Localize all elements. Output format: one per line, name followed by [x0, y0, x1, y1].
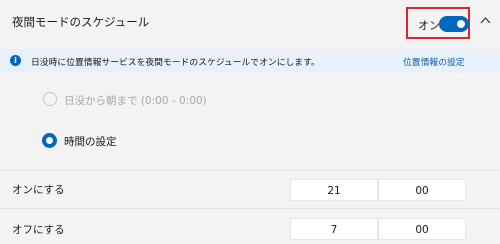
set-hours-label: 時間の設定 — [64, 136, 117, 148]
divider — [0, 208, 500, 209]
location-settings-link[interactable]: 位置情報の設定 — [403, 55, 465, 68]
set-hours-radio[interactable] — [42, 133, 57, 148]
turn-off-minute-field[interactable]: 00 — [378, 218, 466, 240]
night-mode-schedule-toggle[interactable] — [439, 16, 469, 32]
turn-off-hour-field[interactable]: 7 — [290, 218, 378, 240]
info-icon: i — [10, 55, 21, 66]
turn-off-label: オフにする — [12, 224, 65, 236]
turn-on-label: オンにする — [12, 184, 65, 196]
toggle-state-label: オン — [418, 19, 440, 32]
info-text: 日没時に位置情報サービスを夜間モードのスケジュールでオンにします。 — [31, 58, 320, 68]
sunset-to-sunrise-label: 日没から朝まで (0:00 - 0:00) — [64, 95, 207, 107]
page-title: 夜間モードのスケジュール — [12, 15, 150, 29]
night-mode-schedule-toggle-area[interactable]: オン — [406, 7, 470, 39]
toggle-knob — [457, 20, 465, 28]
turn-on-hour-field[interactable]: 21 — [290, 179, 378, 201]
turn-on-minute-field[interactable]: 00 — [378, 179, 466, 201]
divider — [0, 170, 500, 171]
info-bar: i 日没時に位置情報サービスを夜間モードのスケジュールでオンにします。 位置情報… — [0, 49, 500, 73]
chevron-up-icon[interactable] — [480, 16, 491, 24]
sunset-to-sunrise-radio[interactable] — [43, 92, 57, 106]
